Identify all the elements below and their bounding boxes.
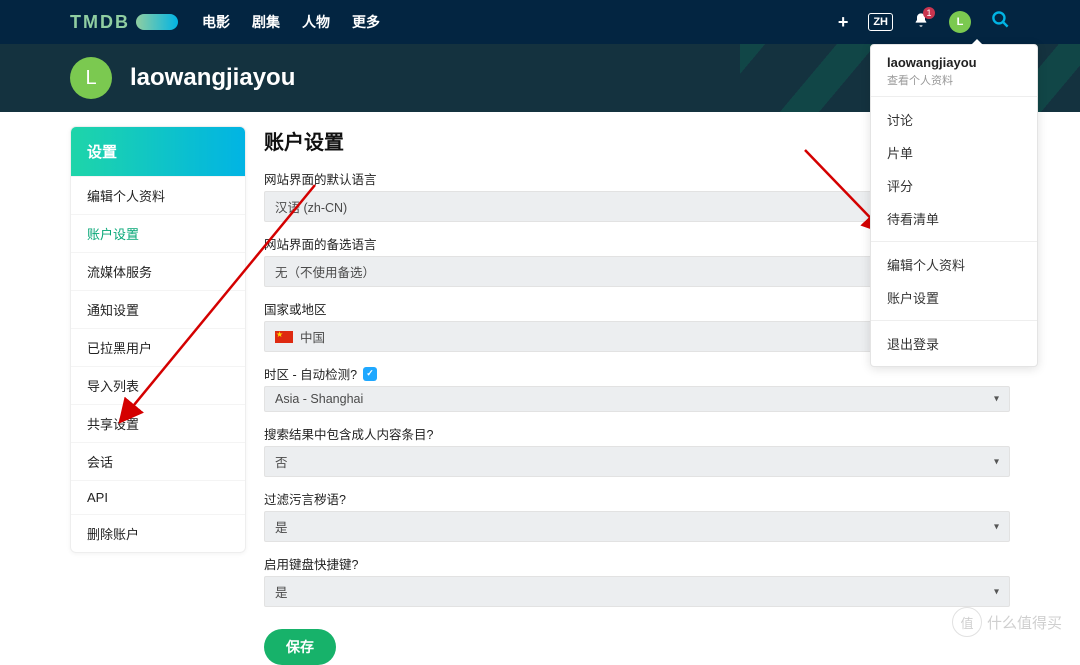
- sidebar-item-streaming[interactable]: 流媒体服务: [71, 252, 245, 290]
- default-language-value: 汉语 (zh-CN): [275, 197, 347, 216]
- user-dropdown: laowangjiayou 查看个人资料 讨论 片单 评分 待看清单 编辑个人资…: [870, 44, 1038, 367]
- adult-content-select[interactable]: 否: [264, 446, 1010, 477]
- nav-tv[interactable]: 剧集: [252, 12, 280, 32]
- sidebar-item-api[interactable]: API: [71, 480, 245, 514]
- profanity-select[interactable]: 是: [264, 511, 1010, 542]
- avatar-button[interactable]: L: [949, 11, 971, 33]
- flag-cn-icon: [275, 331, 293, 343]
- settings-sidebar: 设置 编辑个人资料 账户设置 流媒体服务 通知设置 已拉黑用户 导入列表 共享设…: [70, 126, 246, 553]
- hero-username: laowangjiayou: [130, 64, 295, 92]
- dropdown-username: laowangjiayou: [887, 55, 1021, 70]
- sidebar-heading: 设置: [71, 127, 245, 176]
- adult-content-value: 否: [275, 452, 288, 471]
- shortcuts-label: 启用键盘快捷键?: [264, 554, 1010, 573]
- autodetect-checkbox-icon[interactable]: [363, 367, 377, 381]
- dropdown-ratings[interactable]: 评分: [871, 169, 1037, 202]
- language-button[interactable]: ZH: [868, 13, 893, 31]
- watermark-text: 什么值得买: [987, 612, 1062, 633]
- sidebar-item-delete[interactable]: 删除账户: [71, 514, 245, 552]
- sidebar-item-sessions[interactable]: 会话: [71, 442, 245, 480]
- top-nav-right: + ZH 1 L: [838, 10, 1010, 34]
- sidebar-item-sharing[interactable]: 共享设置: [71, 404, 245, 442]
- shortcuts-value: 是: [275, 582, 288, 601]
- sidebar-item-edit-profile[interactable]: 编辑个人资料: [71, 176, 245, 214]
- logo-pill: [136, 14, 178, 30]
- save-button[interactable]: 保存: [264, 629, 336, 665]
- timezone-select[interactable]: Asia - Shanghai: [264, 386, 1010, 412]
- sidebar-item-import[interactable]: 导入列表: [71, 366, 245, 404]
- top-nav-bar: TMDB 电影 剧集 人物 更多 + ZH 1 L: [0, 0, 1080, 44]
- sidebar-item-account-settings[interactable]: 账户设置: [71, 214, 245, 252]
- shortcuts-select[interactable]: 是: [264, 576, 1010, 607]
- adult-content-label: 搜索结果中包含成人内容条目?: [264, 424, 1010, 443]
- timezone-value: Asia - Shanghai: [275, 392, 363, 406]
- dropdown-edit-profile[interactable]: 编辑个人资料: [871, 248, 1037, 281]
- dropdown-discussions[interactable]: 讨论: [871, 103, 1037, 136]
- notification-badge: 1: [923, 7, 935, 19]
- dropdown-header[interactable]: laowangjiayou 查看个人资料: [871, 45, 1037, 97]
- notifications-button[interactable]: 1: [913, 12, 929, 33]
- watermark-icon: 值: [952, 607, 982, 637]
- country-value: 中国: [300, 327, 325, 346]
- nav-movies[interactable]: 电影: [202, 12, 230, 32]
- primary-nav: 电影 剧集 人物 更多: [202, 12, 380, 32]
- add-icon[interactable]: +: [838, 12, 849, 33]
- dropdown-lists[interactable]: 片单: [871, 136, 1037, 169]
- dropdown-account-settings[interactable]: 账户设置: [871, 281, 1037, 314]
- search-icon[interactable]: [991, 10, 1010, 34]
- logo-text: TMDB: [70, 12, 130, 33]
- nav-more[interactable]: 更多: [352, 12, 380, 32]
- watermark: 值 什么值得买: [952, 607, 1062, 637]
- fallback-language-value: 无（不使用备选）: [275, 262, 375, 281]
- avatar-large: L: [70, 57, 112, 99]
- nav-people[interactable]: 人物: [302, 12, 330, 32]
- dropdown-view-profile: 查看个人资料: [887, 72, 1021, 88]
- timezone-label-text: 时区 - 自动检测?: [264, 364, 357, 383]
- profanity-value: 是: [275, 517, 288, 536]
- sidebar-item-notifications[interactable]: 通知设置: [71, 290, 245, 328]
- dropdown-watchlist[interactable]: 待看清单: [871, 202, 1037, 235]
- sidebar-item-blocked[interactable]: 已拉黑用户: [71, 328, 245, 366]
- dropdown-logout[interactable]: 退出登录: [871, 327, 1037, 360]
- profanity-label: 过滤污言秽语?: [264, 489, 1010, 508]
- logo[interactable]: TMDB: [70, 12, 178, 33]
